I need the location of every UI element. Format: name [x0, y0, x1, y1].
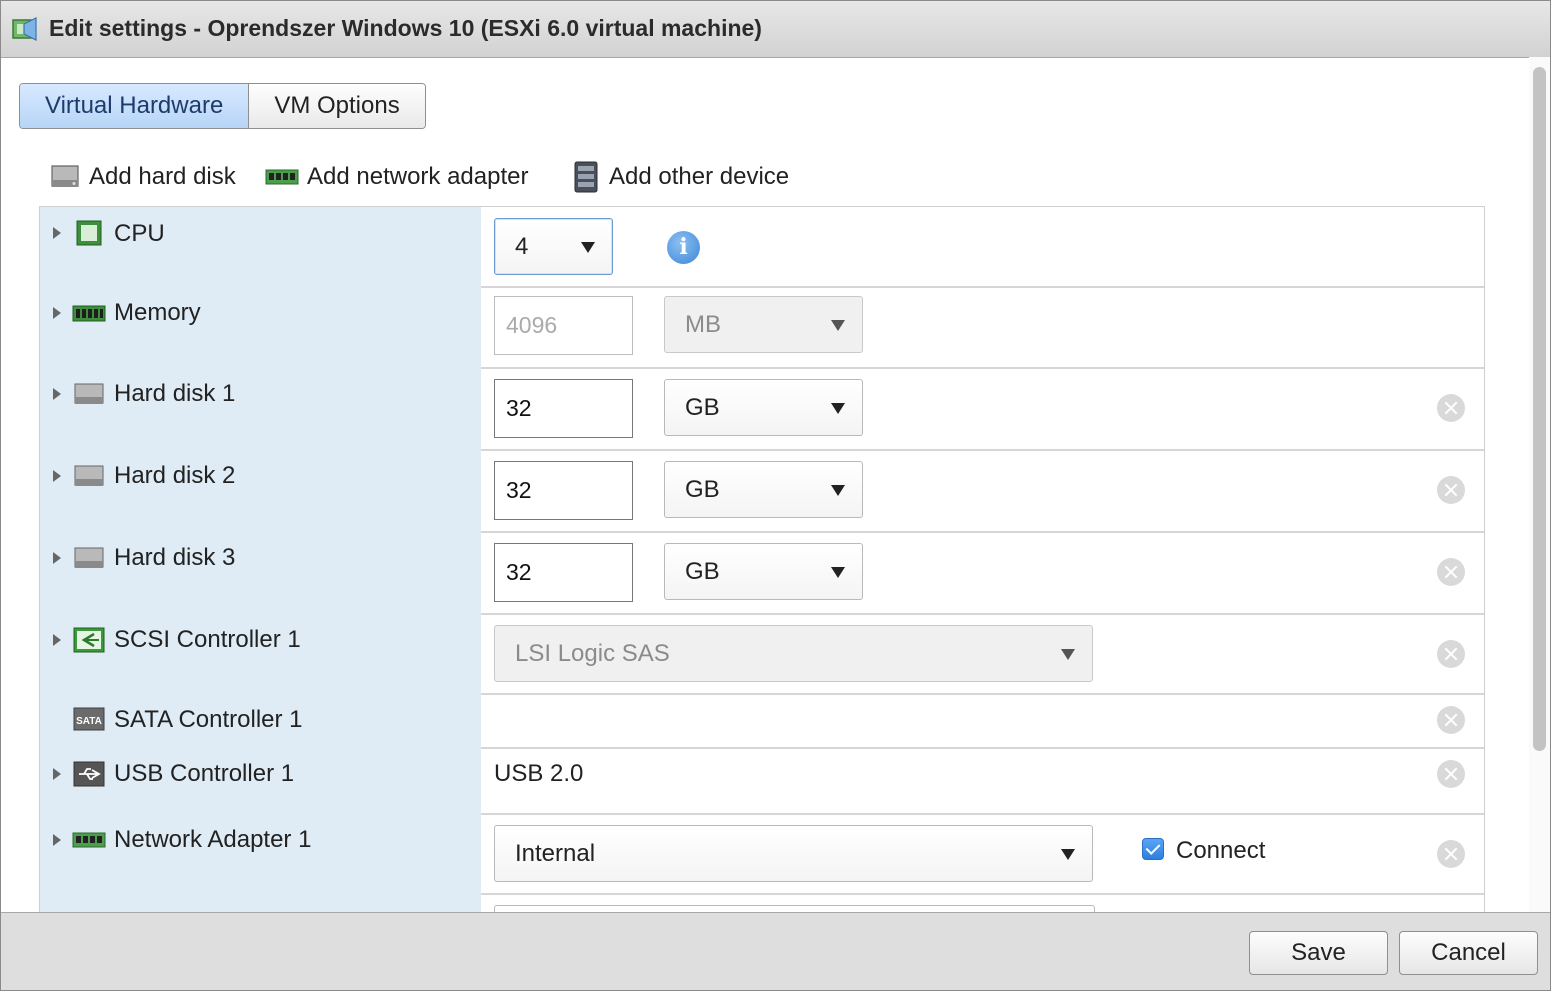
memory-unit-select[interactable]: MB: [664, 296, 863, 353]
sata-controller-icon: SATA: [73, 707, 105, 731]
expand-scsi-controller-1-toggle[interactable]: [53, 634, 61, 646]
add-hard-disk-label: Add hard disk: [89, 163, 236, 190]
sata-controller-1-label: SATA Controller 1: [114, 706, 303, 733]
connect-checkbox[interactable]: [1142, 838, 1164, 860]
hard-disk-3-unit-select[interactable]: GB: [664, 543, 863, 600]
hard-disk-1-label: Hard disk 1: [114, 380, 236, 407]
scsi-controller-type-select[interactable]: LSI Logic SAS: [494, 625, 1093, 682]
remove-scsi-controller-1-icon[interactable]: [1437, 640, 1465, 668]
expand-hard-disk-2-toggle[interactable]: [53, 470, 61, 482]
chevron-down-icon: [831, 319, 845, 331]
remove-hard-disk-2-icon[interactable]: [1437, 476, 1465, 504]
add-other-device-button[interactable]: Add other device: [571, 161, 789, 193]
table-row-hard-disk-3: Hard disk 3 GB: [40, 531, 1484, 615]
hard-disk-1-unit-select[interactable]: GB: [664, 379, 863, 436]
info-icon[interactable]: i: [667, 231, 700, 264]
dialog-footer: Save Cancel: [1, 912, 1550, 990]
svg-text:SATA: SATA: [76, 716, 102, 727]
expand-hard-disk-1-toggle[interactable]: [53, 388, 61, 400]
scsi-controller-icon: [73, 627, 105, 653]
usb-icon: [73, 761, 105, 787]
add-network-adapter-button[interactable]: Add network adapter: [265, 161, 528, 193]
scsi-controller-type-value: LSI Logic SAS: [515, 640, 670, 667]
network-adapter-icon: [72, 832, 106, 848]
other-device-icon: [574, 161, 598, 193]
save-button[interactable]: Save: [1249, 931, 1388, 975]
tab-bar: Virtual Hardware VM Options: [19, 83, 426, 129]
table-row-network-adapter-1: Network Adapter 1 Internal Connect: [40, 813, 1484, 895]
memory-size-input[interactable]: [494, 296, 633, 355]
tab-virtual-hardware[interactable]: Virtual Hardware: [20, 84, 250, 128]
expand-cpu-toggle[interactable]: [53, 227, 61, 239]
network-adapter-1-label: Network Adapter 1: [114, 826, 312, 853]
cancel-button[interactable]: Cancel: [1399, 931, 1538, 975]
cpu-count-value: 4: [515, 233, 529, 260]
hard-disk-1-size-input[interactable]: [494, 379, 633, 438]
scrollbar-thumb[interactable]: [1533, 67, 1546, 751]
dialog-title: Edit settings - Oprendszer Windows 10 (E…: [49, 15, 762, 41]
scsi-controller-1-label: SCSI Controller 1: [114, 626, 301, 653]
table-row-hard-disk-1: Hard disk 1 GB: [40, 367, 1484, 451]
hard-disk-icon: [51, 165, 79, 187]
vm-settings-icon: [12, 17, 37, 41]
cpu-label: CPU: [114, 220, 165, 247]
hard-disk-3-unit-value: GB: [685, 558, 720, 585]
hard-disk-3-size-input[interactable]: [494, 543, 633, 602]
scrollbar[interactable]: [1529, 57, 1550, 912]
remove-hard-disk-3-icon[interactable]: [1437, 558, 1465, 586]
chevron-down-icon: [831, 484, 845, 496]
chevron-down-icon: [831, 566, 845, 578]
usb-version-value: USB 2.0: [494, 760, 584, 787]
table-row-scsi-controller-1: SCSI Controller 1 LSI Logic SAS: [40, 613, 1484, 695]
table-row-sata-controller-1: SATA SATA Controller 1: [40, 693, 1484, 749]
hard-disk-2-label: Hard disk 2: [114, 462, 236, 489]
hardware-table: CPU 4 i Memory MB: [39, 206, 1485, 913]
chevron-down-icon: [1061, 848, 1075, 860]
memory-icon: [72, 305, 106, 322]
network-select[interactable]: Internal: [494, 825, 1093, 882]
memory-label: Memory: [114, 299, 201, 326]
memory-unit-value: MB: [685, 311, 721, 338]
remove-usb-controller-1-icon[interactable]: [1437, 760, 1465, 788]
chevron-down-icon: [581, 241, 595, 253]
hard-disk-icon: [74, 383, 104, 404]
expand-memory-toggle[interactable]: [53, 307, 61, 319]
hard-disk-icon: [74, 547, 104, 568]
expand-usb-controller-1-toggle[interactable]: [53, 768, 61, 780]
add-other-device-label: Add other device: [609, 163, 790, 190]
table-row-hard-disk-2: Hard disk 2 GB: [40, 449, 1484, 533]
usb-controller-1-label: USB Controller 1: [114, 760, 295, 787]
table-row-memory: Memory MB: [40, 286, 1484, 369]
edit-settings-dialog: Edit settings - Oprendszer Windows 10 (E…: [0, 0, 1551, 991]
cpu-icon: [76, 220, 102, 246]
expand-hard-disk-3-toggle[interactable]: [53, 552, 61, 564]
remove-sata-controller-1-icon[interactable]: [1437, 706, 1465, 734]
table-row-usb-controller-1: USB Controller 1 USB 2.0: [40, 747, 1484, 815]
hard-disk-1-unit-value: GB: [685, 394, 720, 421]
remove-network-adapter-1-icon[interactable]: [1437, 840, 1465, 868]
remove-hard-disk-1-icon[interactable]: [1437, 394, 1465, 422]
add-network-adapter-label: Add network adapter: [307, 163, 529, 190]
chevron-down-icon: [831, 402, 845, 414]
hard-disk-2-size-input[interactable]: [494, 461, 633, 520]
chevron-down-icon: [1061, 648, 1075, 660]
table-row-partial: [40, 893, 1484, 913]
hard-disk-icon: [74, 465, 104, 486]
title-bar: Edit settings - Oprendszer Windows 10 (E…: [1, 1, 1550, 58]
hard-disk-2-unit-select[interactable]: GB: [664, 461, 863, 518]
hard-disk-3-label: Hard disk 3: [114, 544, 236, 571]
network-adapter-icon: [265, 169, 299, 185]
cpu-count-select[interactable]: 4: [494, 218, 613, 275]
tab-vm-options[interactable]: VM Options: [249, 84, 425, 128]
hard-disk-2-unit-value: GB: [685, 476, 720, 503]
expand-network-adapter-1-toggle[interactable]: [53, 834, 61, 846]
connect-label: Connect: [1176, 837, 1266, 864]
add-hard-disk-button[interactable]: Add hard disk: [49, 161, 236, 193]
network-value: Internal: [515, 840, 596, 867]
table-row-cpu: CPU 4 i: [40, 207, 1484, 288]
